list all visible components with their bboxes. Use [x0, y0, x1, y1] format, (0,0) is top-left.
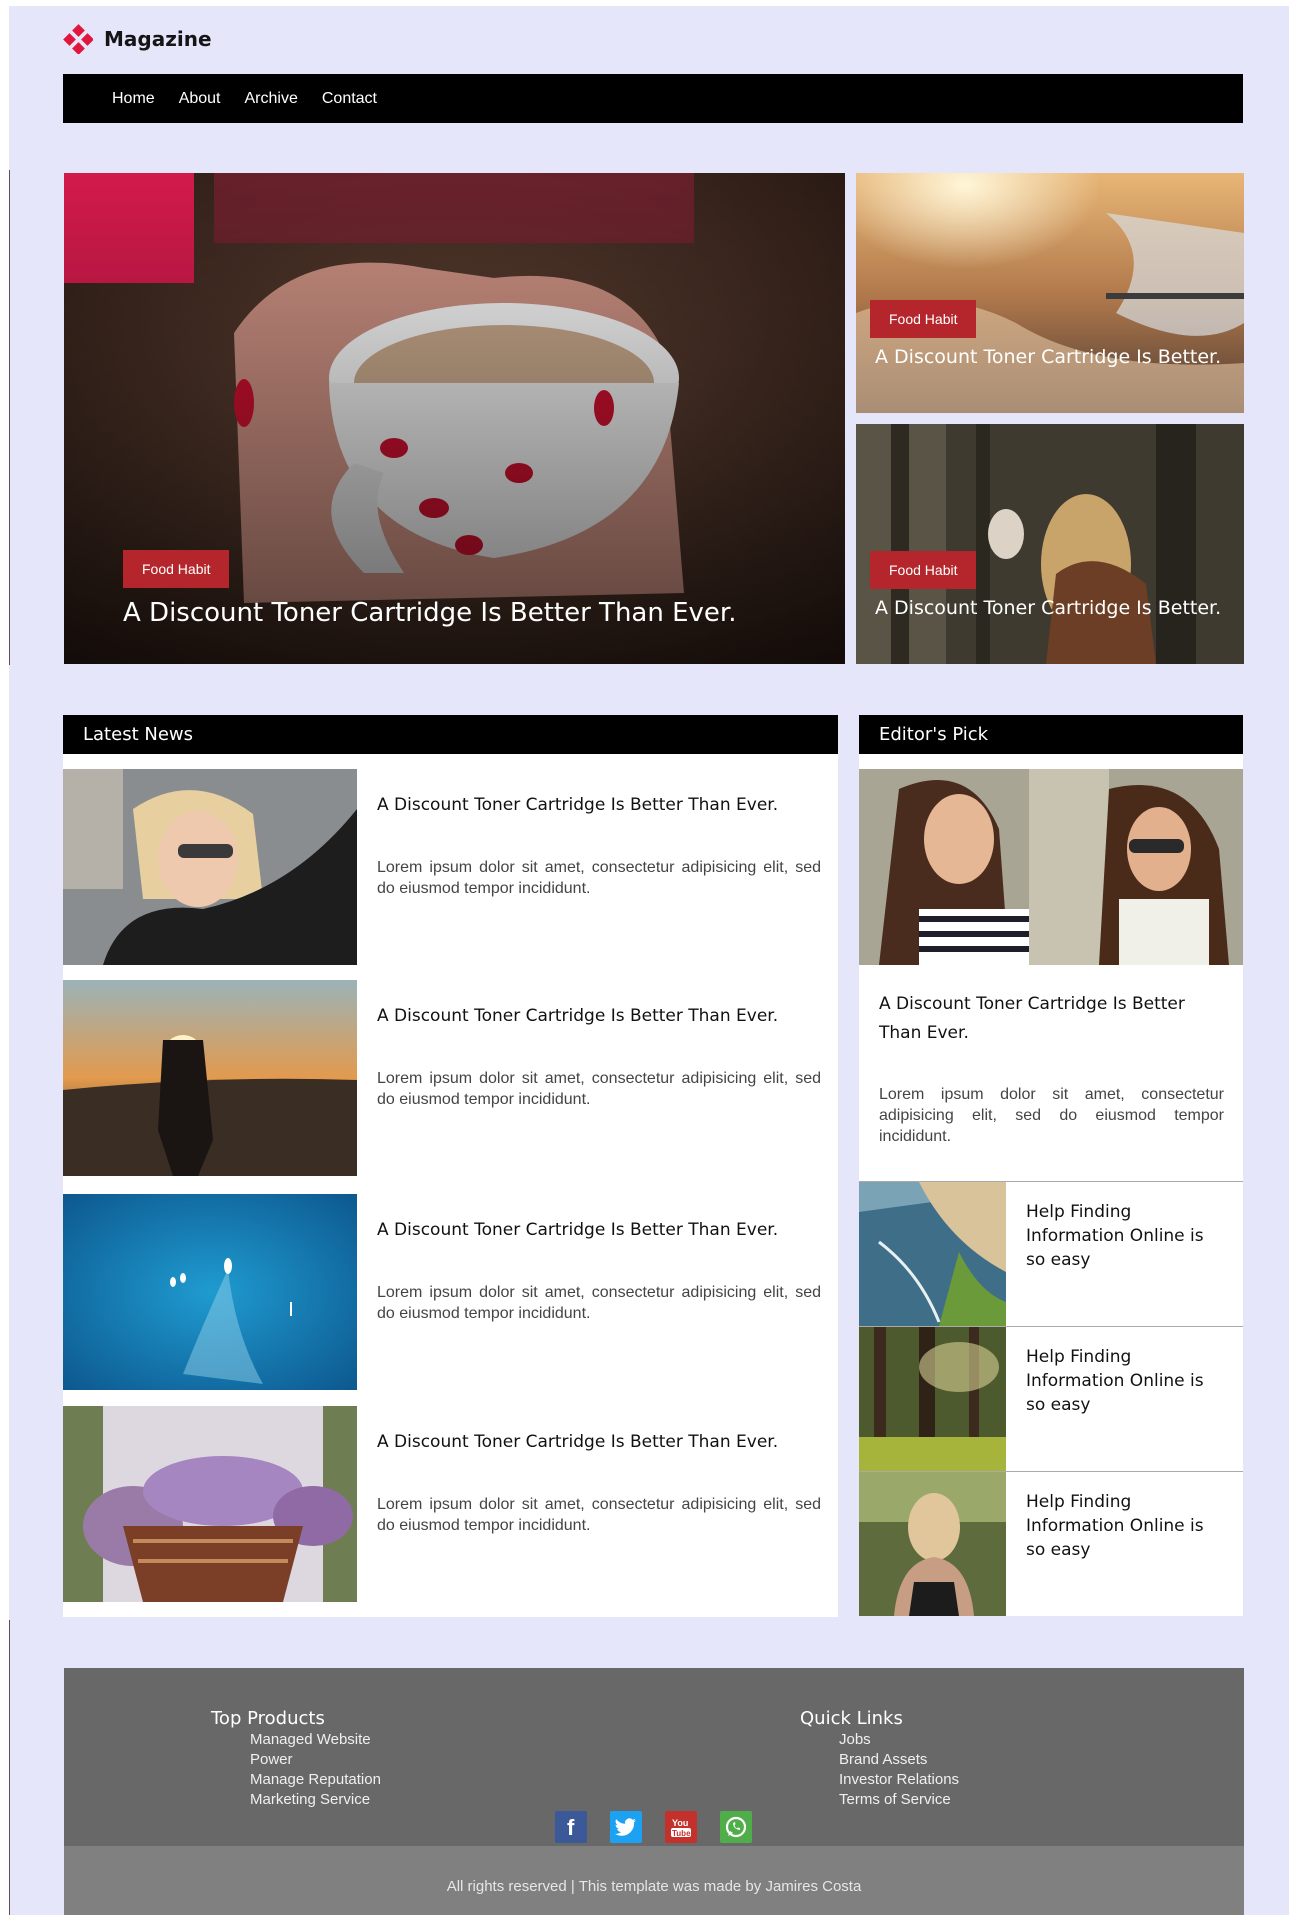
- pick-item[interactable]: Help Finding Information Online is so ea…: [859, 1181, 1243, 1326]
- news-thumbnail[interactable]: [63, 980, 357, 1176]
- footer-link-managed-website[interactable]: Managed Website: [250, 1730, 381, 1750]
- site-footer: Top Products Managed Website Power Manag…: [64, 1668, 1244, 1915]
- latest-news-list: A Discount Toner Cartridge Is Better Tha…: [63, 754, 838, 1617]
- news-item[interactable]: A Discount Toner Cartridge Is Better Tha…: [63, 980, 838, 1176]
- hero-main-title[interactable]: A Discount Toner Cartridge Is Better Tha…: [123, 598, 736, 628]
- news-thumbnail[interactable]: [63, 1194, 357, 1390]
- forest-image: [859, 1327, 1006, 1471]
- forest-walk-image: [856, 424, 1244, 664]
- footer-link-power[interactable]: Power: [250, 1750, 381, 1770]
- editors-pick-image[interactable]: [859, 769, 1243, 965]
- latest-news-heading: Latest News: [63, 715, 838, 754]
- beach-cliff-image: [859, 1182, 1006, 1326]
- nav-about[interactable]: About: [179, 90, 221, 108]
- news-title[interactable]: A Discount Toner Cartridge Is Better Tha…: [377, 1432, 778, 1452]
- nav-home[interactable]: Home: [112, 90, 155, 108]
- nav-contact[interactable]: Contact: [322, 90, 377, 108]
- footer-quick-links: Quick Links Jobs Brand Assets Investor R…: [800, 1708, 959, 1810]
- site-logo[interactable]: Magazine: [63, 24, 212, 54]
- twitter-icon[interactable]: [610, 1811, 642, 1843]
- news-title[interactable]: A Discount Toner Cartridge Is Better Tha…: [377, 1220, 778, 1240]
- editors-pick-heading: Editor's Pick: [859, 715, 1243, 754]
- svg-text:You: You: [672, 1818, 688, 1828]
- news-thumbnail[interactable]: [63, 769, 357, 965]
- news-item[interactable]: A Discount Toner Cartridge Is Better Tha…: [63, 1406, 838, 1602]
- brand-name: Magazine: [104, 27, 212, 51]
- footer-link-marketing-service[interactable]: Marketing Service: [250, 1790, 381, 1810]
- smiling-woman-image: [63, 769, 357, 965]
- hero-main-article[interactable]: Food Habit A Discount Toner Cartridge Is…: [64, 173, 845, 664]
- news-title[interactable]: A Discount Toner Cartridge Is Better Tha…: [377, 795, 778, 815]
- footer-bottom-bar: All rights reserved | This template was …: [64, 1846, 1244, 1915]
- flower-basket-image: [63, 1406, 357, 1602]
- divider: [9, 170, 10, 665]
- woman-back-image: [859, 1472, 1006, 1616]
- footer-heading: Quick Links: [800, 1708, 903, 1729]
- news-thumbnail[interactable]: [63, 1406, 357, 1602]
- whatsapp-icon[interactable]: [720, 1811, 752, 1843]
- svg-text:Tube: Tube: [672, 1829, 691, 1838]
- sunset-man-image: [63, 980, 357, 1176]
- pick-thumbnail[interactable]: [859, 1182, 1006, 1326]
- news-excerpt: Lorem ipsum dolor sit amet, consectetur …: [377, 1284, 821, 1322]
- main-nav: Home About Archive Contact: [63, 74, 1243, 123]
- hero-side-1-tag[interactable]: Food Habit: [870, 300, 977, 338]
- pick-title[interactable]: Help Finding Information Online is so ea…: [1026, 1200, 1226, 1272]
- hero-side-article-2[interactable]: Food Habit A Discount Toner Cartridge Is…: [856, 424, 1244, 664]
- footer-link-terms-of-service[interactable]: Terms of Service: [839, 1790, 959, 1810]
- news-excerpt: Lorem ipsum dolor sit amet, consectetur …: [377, 1496, 821, 1534]
- copyright-text: All rights reserved | This template was …: [446, 1878, 862, 1895]
- pick-title[interactable]: Help Finding Information Online is so ea…: [1026, 1490, 1226, 1562]
- footer-link-manage-reputation[interactable]: Manage Reputation: [250, 1770, 381, 1790]
- hero-side-article-1[interactable]: Food Habit A Discount Toner Cartridge Is…: [856, 173, 1244, 413]
- pick-item[interactable]: Help Finding Information Online is so ea…: [859, 1471, 1243, 1616]
- editors-pick-excerpt: Lorem ipsum dolor sit amet, consectetur …: [879, 1086, 1224, 1145]
- ocean-boats-image: [63, 1194, 357, 1390]
- facebook-icon[interactable]: f: [555, 1811, 587, 1843]
- news-title[interactable]: A Discount Toner Cartridge Is Better Tha…: [377, 1006, 778, 1026]
- pick-thumbnail[interactable]: [859, 1327, 1006, 1471]
- footer-heading: Top Products: [211, 1708, 325, 1729]
- sunrise-landscape-image: [856, 173, 1244, 413]
- footer-link-investor-relations[interactable]: Investor Relations: [839, 1770, 959, 1790]
- hero-side-2-tag[interactable]: Food Habit: [870, 551, 977, 589]
- news-excerpt: Lorem ipsum dolor sit amet, consectetur …: [377, 1070, 821, 1108]
- hero-side-2-title[interactable]: A Discount Toner Cartridge Is Better.: [875, 597, 1221, 619]
- editors-pick-panel: A Discount Toner Cartridge Is Better Tha…: [859, 754, 1243, 1616]
- footer-link-jobs[interactable]: Jobs: [839, 1730, 959, 1750]
- two-women-image: [859, 769, 1243, 965]
- hero-main-tag[interactable]: Food Habit: [123, 550, 230, 588]
- svg-text:f: f: [567, 1816, 575, 1838]
- pick-title[interactable]: Help Finding Information Online is so ea…: [1026, 1345, 1226, 1417]
- pick-thumbnail[interactable]: [859, 1472, 1006, 1616]
- pick-item[interactable]: Help Finding Information Online is so ea…: [859, 1326, 1243, 1471]
- news-excerpt: Lorem ipsum dolor sit amet, consectetur …: [377, 859, 821, 897]
- youtube-icon[interactable]: You Tube: [665, 1811, 697, 1843]
- editors-pick-title[interactable]: A Discount Toner Cartridge Is Better Tha…: [879, 990, 1224, 1048]
- news-item[interactable]: A Discount Toner Cartridge Is Better Tha…: [63, 1194, 838, 1390]
- coffee-cup-image: [64, 173, 845, 664]
- nav-archive[interactable]: Archive: [245, 90, 298, 108]
- divider: [9, 1620, 10, 1915]
- news-item[interactable]: A Discount Toner Cartridge Is Better Tha…: [63, 769, 838, 965]
- diamond-logo-icon: [63, 24, 93, 54]
- footer-link-brand-assets[interactable]: Brand Assets: [839, 1750, 959, 1770]
- footer-top-products: Top Products Managed Website Power Manag…: [211, 1708, 381, 1810]
- hero-side-1-title[interactable]: A Discount Toner Cartridge Is Better.: [875, 346, 1221, 368]
